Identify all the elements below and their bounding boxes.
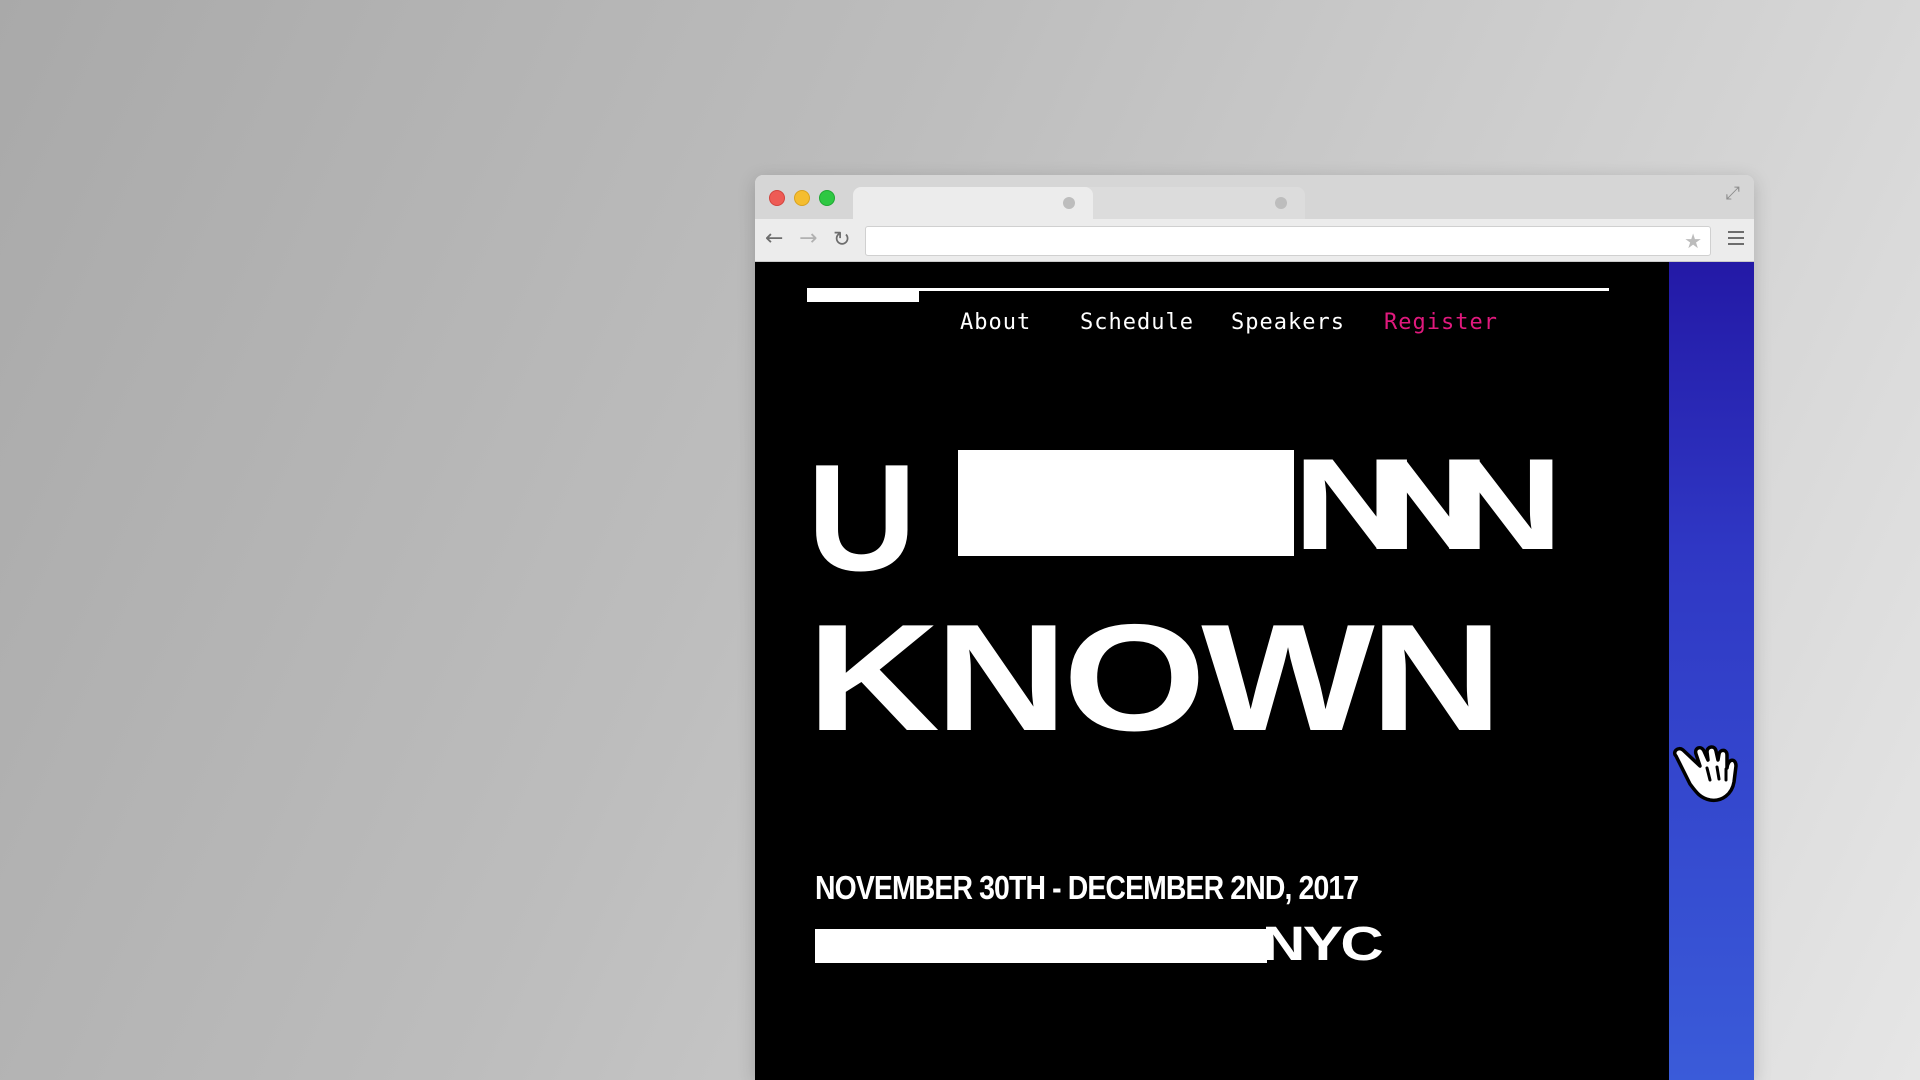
- bookmark-star-icon[interactable]: ★: [1684, 229, 1702, 253]
- progress-indicator: [807, 288, 919, 302]
- hero-letters-n: NNN: [1292, 431, 1564, 577]
- minimize-window-button[interactable]: [794, 190, 810, 206]
- address-bar[interactable]: ★: [865, 226, 1711, 256]
- hero-letter-u: U: [807, 433, 917, 603]
- fullscreen-icon[interactable]: ⤢: [1726, 183, 1740, 204]
- nav-link-speakers[interactable]: Speakers: [1231, 310, 1345, 335]
- hero-word-known: KNOWN: [807, 593, 1503, 763]
- reload-icon[interactable]: ↻: [833, 226, 851, 252]
- forward-arrow-icon[interactable]: →: [799, 226, 817, 252]
- browser-window: ⤢ ← → ↻ ★ About Schedule Speakers Regist…: [755, 175, 1754, 1080]
- page-viewport: About Schedule Speakers Register U NNN K…: [755, 262, 1754, 1080]
- hero-redaction-bar: [958, 450, 1294, 556]
- browser-tab[interactable]: [1080, 187, 1305, 219]
- browser-titlebar: ⤢: [755, 175, 1754, 219]
- tab-close-icon[interactable]: [1063, 197, 1075, 209]
- progress-track: [807, 288, 1609, 291]
- event-city: NYC: [1262, 918, 1384, 971]
- zoom-window-button[interactable]: [819, 190, 835, 206]
- city-redaction-bar: [815, 929, 1267, 963]
- browser-toolbar: ← → ↻ ★: [755, 219, 1754, 262]
- close-window-button[interactable]: [769, 190, 785, 206]
- browser-tab-active[interactable]: [853, 187, 1093, 219]
- nav-link-about[interactable]: About: [960, 310, 1031, 335]
- tab-close-icon[interactable]: [1275, 197, 1287, 209]
- hand-pointer-cursor-icon: [1672, 745, 1738, 803]
- event-dates: NOVEMBER 30TH - DECEMBER 2ND, 2017: [815, 869, 1359, 906]
- menu-icon[interactable]: [1728, 231, 1744, 245]
- back-arrow-icon[interactable]: ←: [765, 226, 783, 252]
- nav-link-register[interactable]: Register: [1384, 310, 1498, 335]
- nav-link-schedule[interactable]: Schedule: [1080, 310, 1194, 335]
- side-panel[interactable]: [1669, 262, 1754, 1080]
